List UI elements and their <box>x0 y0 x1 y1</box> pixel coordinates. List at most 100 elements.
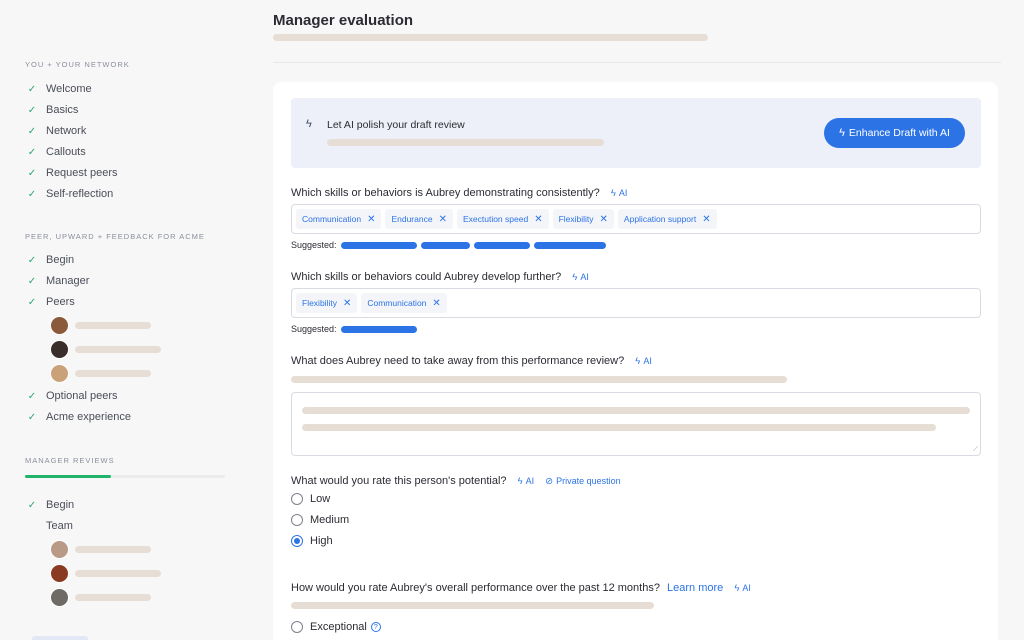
check-icon: ✓ <box>27 390 37 402</box>
ai-assist-link[interactable]: ϟ AI <box>734 583 751 594</box>
name-placeholder <box>75 545 151 553</box>
tag-chip[interactable]: Flexibility ✕ <box>552 209 614 229</box>
sidebar-item-peers[interactable]: ✓ Peers <box>25 294 75 310</box>
sidebar-item-begin[interactable]: ✓ Begin <box>25 252 74 268</box>
check-icon: ✓ <box>27 104 37 116</box>
sidebar-item-basics[interactable]: ✓ Basics <box>25 102 79 118</box>
peer-row[interactable] <box>50 315 151 335</box>
ai-assist-link[interactable]: ϟ AI <box>610 188 628 199</box>
suggested-chip[interactable] <box>473 241 530 249</box>
radio-high[interactable]: High <box>291 535 333 547</box>
ai-banner-label: Let AI polish your draft review <box>327 119 465 131</box>
private-question-link[interactable]: ⊘ Private question <box>545 476 621 487</box>
question-label: What does Aubrey need to take away from … <box>291 355 652 367</box>
sidebar-item-acme-experience[interactable]: ✓ Acme experience <box>25 409 131 425</box>
radio-button[interactable] <box>291 514 303 526</box>
name-placeholder <box>75 569 161 577</box>
divider <box>273 62 1001 63</box>
description-placeholder <box>291 602 654 609</box>
tag-chip[interactable]: Exectution speed ✕ <box>456 209 549 229</box>
tag-chip[interactable]: Communication ✕ <box>296 209 382 229</box>
avatar <box>50 539 69 559</box>
ai-assist-link[interactable]: ϟ AI <box>635 356 652 367</box>
check-icon: ✓ <box>27 188 37 200</box>
progress-fill <box>25 475 111 478</box>
tag-chip[interactable]: Endurance ✕ <box>385 209 453 229</box>
close-icon[interactable]: ✕ <box>439 214 447 225</box>
close-icon[interactable]: ✕ <box>534 214 542 225</box>
question-label: What would you rate this person's potent… <box>291 475 621 487</box>
subtitle-placeholder <box>273 34 708 41</box>
radio-button[interactable] <box>291 493 303 505</box>
team-row[interactable] <box>50 587 151 607</box>
takeaway-textarea[interactable]: ⟋ <box>291 392 981 456</box>
close-icon[interactable]: ✕ <box>702 214 710 225</box>
suggested-row: Suggested: <box>291 240 606 250</box>
section-title-network: YOU + YOUR NETWORK <box>25 60 130 69</box>
check-icon: ✓ <box>27 411 37 423</box>
help-icon[interactable]: ? <box>370 622 381 632</box>
close-icon[interactable]: ✕ <box>367 214 375 225</box>
bolt-icon: ϟ <box>306 118 312 130</box>
question-label: Which skills or behaviors could Aubrey d… <box>291 271 589 283</box>
page-title: Manager evaluation <box>273 12 414 29</box>
tag-chip[interactable]: Flexibility ✕ <box>296 293 358 313</box>
tag-chip[interactable]: Application support ✕ <box>617 209 717 229</box>
avatar <box>50 563 69 583</box>
sidebar-item-team[interactable]: Team <box>25 518 73 534</box>
suggested-chip[interactable] <box>533 241 606 249</box>
avatar <box>50 315 69 335</box>
question-label: How would you rate Aubrey's overall perf… <box>291 582 751 594</box>
radio-medium[interactable]: Medium <box>291 514 349 526</box>
evaluation-card: ϟ Let AI polish your draft review ϟ Enhan… <box>273 82 998 640</box>
sidebar-item-manager[interactable]: ✓ Manager <box>25 273 90 289</box>
avatar <box>50 363 69 383</box>
sidebar-item-welcome[interactable]: ✓ Welcome <box>25 81 92 97</box>
close-icon[interactable]: ✕ <box>432 298 440 309</box>
close-icon[interactable]: ✕ <box>600 214 608 225</box>
description-placeholder <box>291 376 787 383</box>
sidebar-item-optional-peers[interactable]: ✓ Optional peers <box>25 388 118 404</box>
sidebar-item-network[interactable]: ✓ Network <box>25 123 87 139</box>
suggested-chip[interactable] <box>340 241 417 249</box>
name-placeholder <box>75 369 151 377</box>
skills-tag-input[interactable]: Communication ✕ Endurance ✕ Exectution spe… <box>291 204 981 234</box>
team-row[interactable] <box>50 539 151 559</box>
suggested-row: Suggested: <box>291 324 417 334</box>
sidebar-item-manager-begin[interactable]: ✓ Begin <box>25 497 74 513</box>
bolt-icon: ϟ <box>610 188 616 199</box>
team-row[interactable] <box>50 563 161 583</box>
development-tag-input[interactable]: Flexibility ✕ Communication ✕ <box>291 288 981 318</box>
name-placeholder <box>75 321 151 329</box>
learn-more-link[interactable]: Learn more <box>667 582 723 594</box>
text-placeholder <box>302 407 970 414</box>
bolt-icon: ϟ <box>734 583 740 594</box>
enhance-draft-button[interactable]: ϟ Enhance Draft with AI <box>824 118 965 148</box>
sidebar: YOU + YOUR NETWORK ✓ Welcome ✓ Basics ✓ Net… <box>0 0 250 640</box>
bolt-icon: ϟ <box>839 127 845 139</box>
tag-chip[interactable]: Communication ✕ <box>361 293 447 313</box>
section-title-peer-feedback: PEER, UPWARD + FEEDBACK FOR ACME <box>25 232 205 241</box>
radio-button[interactable] <box>291 621 303 633</box>
ai-assist-link[interactable]: ϟ AI <box>518 476 535 487</box>
radio-low[interactable]: Low <box>291 493 330 505</box>
close-icon[interactable]: ✕ <box>343 298 351 309</box>
suggested-chip[interactable] <box>420 241 470 249</box>
question-label: Which skills or behaviors is Aubrey demo… <box>291 187 628 199</box>
check-icon: ✓ <box>27 254 37 266</box>
check-icon: ✓ <box>27 146 37 158</box>
ai-assist-link[interactable]: ϟ AI <box>572 272 589 283</box>
sidebar-item-request-peers[interactable]: ✓ Request peers <box>25 165 118 181</box>
sidebar-item-callouts[interactable]: ✓ Callouts <box>25 144 86 160</box>
peer-row[interactable] <box>50 363 151 383</box>
sidebar-item-self-reflection[interactable]: ✓ Self-reflection <box>25 186 113 202</box>
suggested-chip[interactable] <box>340 325 417 333</box>
peer-row[interactable] <box>50 339 161 359</box>
radio-button[interactable] <box>291 535 303 547</box>
sidebar-footer-chip[interactable] <box>32 636 88 640</box>
radio-exceptional[interactable]: Exceptional? <box>291 621 381 633</box>
resize-handle-icon[interactable]: ⟋ <box>973 446 978 454</box>
text-placeholder <box>302 424 936 431</box>
section-title-manager-reviews: MANAGER REVIEWS <box>25 456 115 465</box>
manager-reviews-progress <box>25 475 225 478</box>
